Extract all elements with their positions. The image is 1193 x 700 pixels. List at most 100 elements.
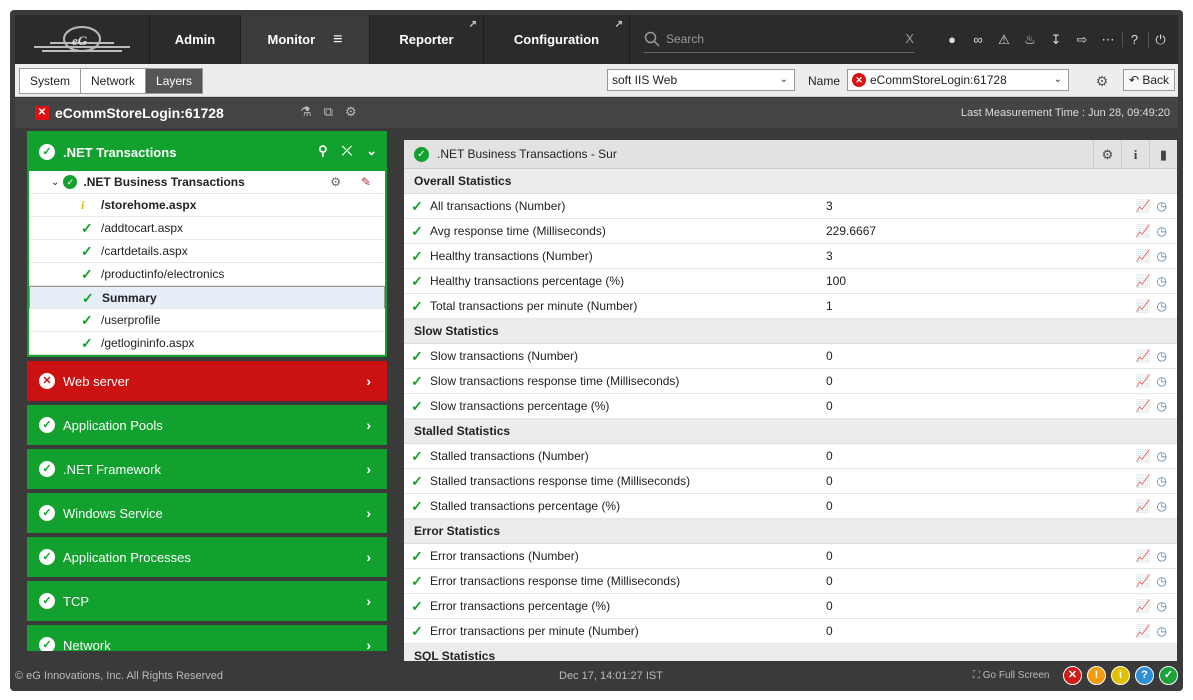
graph-icon[interactable]: 📈 [1136, 199, 1151, 213]
signin-icon[interactable]: ⇨ [1070, 32, 1094, 48]
search-input[interactable]: Search [666, 32, 905, 46]
graph-icon[interactable]: 📈 [1136, 399, 1151, 413]
major-alarms-icon[interactable]: ! [1087, 666, 1106, 685]
layer-windows-service[interactable]: ✓ Windows Service › [27, 493, 387, 533]
nav-admin[interactable]: Admin [150, 15, 241, 64]
history-icon[interactable]: ◷ [1157, 349, 1167, 363]
measure-name: Slow transactions response time (Millise… [430, 374, 680, 388]
eg-logo[interactable]: eG [15, 15, 150, 64]
back-button[interactable]: ↶ Back [1123, 69, 1175, 91]
section-header: Stalled Statistics [404, 419, 1177, 444]
tab-network[interactable]: Network [81, 69, 147, 93]
tree-item[interactable]: ✓ /cartdetails.aspx [29, 240, 385, 263]
graph-icon[interactable]: 📈 [1136, 499, 1151, 513]
component-type-select[interactable]: soft IIS Web ⌄ [607, 69, 795, 91]
back-arrow-icon: ↶ [1128, 73, 1140, 87]
full-screen-button[interactable]: ⛶ Go Full Screen [973, 670, 1049, 681]
graph-icon[interactable]: 📈 [1136, 299, 1151, 313]
edit-icon[interactable]: ✎ [361, 175, 371, 189]
tree-parent[interactable]: ⌄ ✓ .NET Business Transactions ⚙ ✎ [29, 171, 385, 194]
graph-icon[interactable]: 📈 [1136, 249, 1151, 263]
component-name-select[interactable]: ✕ eCommStoreLogin:61728 ⌄ [847, 69, 1069, 91]
measure-value: 0 [826, 449, 833, 463]
search-icon[interactable]: ⚲ [318, 143, 328, 159]
alert-triangle-icon[interactable]: ⚠ [992, 32, 1016, 48]
graph-icon[interactable]: 📈 [1136, 624, 1151, 638]
layer-network[interactable]: ✓ Network › [27, 625, 387, 651]
alarm-icon[interactable]: ⚗ [300, 104, 312, 120]
tree-item[interactable]: ✓ /getlogininfo.aspx [29, 332, 385, 355]
history-icon[interactable]: ◷ [1157, 474, 1167, 488]
history-icon[interactable]: ◷ [1157, 599, 1167, 613]
net-transactions-header[interactable]: ✓ .NET Transactions ⚲ ⤫ ⌄ [29, 133, 385, 171]
chevron-down-icon[interactable]: ⌄ [366, 143, 377, 159]
history-icon[interactable]: ◷ [1157, 549, 1167, 563]
history-icon[interactable]: ◷ [1157, 574, 1167, 588]
info-icon[interactable]: i [1121, 140, 1149, 169]
history-icon[interactable]: ◷ [1157, 249, 1167, 263]
measure-row: ✓ Error transactions (Number) 0 📈 ◷ [404, 544, 1177, 569]
ok-status-icon: ✓ [39, 417, 55, 433]
config-icon[interactable]: ⚙ [330, 175, 341, 189]
settings-icon[interactable]: ⚙ [1093, 140, 1121, 169]
unknown-alarms-icon[interactable]: ? [1135, 666, 1154, 685]
history-icon[interactable]: ◷ [1157, 274, 1167, 288]
tree-item[interactable]: ✓ /addtocart.aspx [29, 217, 385, 240]
graph-icon[interactable]: 📈 [1136, 449, 1151, 463]
external-link-icon: ↗ [614, 19, 623, 30]
graph-icon[interactable]: 📈 [1136, 549, 1151, 563]
normal-alarms-icon[interactable]: ✓ [1159, 666, 1178, 685]
history-icon[interactable]: ◷ [1157, 299, 1167, 313]
layer-web-server[interactable]: ✕ Web server › [27, 361, 387, 401]
hamburger-menu-icon[interactable]: ≡ [333, 31, 342, 49]
ok-check-icon: ✓ [82, 289, 94, 306]
history-icon[interactable]: ◷ [1157, 399, 1167, 413]
collapse-icon[interactable]: ⤫ [342, 143, 352, 159]
graph-icon[interactable]: 📈 [1136, 474, 1151, 488]
history-icon[interactable]: ◷ [1157, 224, 1167, 238]
more-icon[interactable]: ⋯ [1096, 32, 1120, 48]
layer-tcp[interactable]: ✓ TCP › [27, 581, 387, 621]
tree-item[interactable]: ✓ /userprofile [29, 309, 385, 332]
tab-layers[interactable]: Layers [146, 69, 203, 93]
download-icon[interactable]: ↧ [1044, 32, 1068, 48]
copy-icon[interactable]: ⧉ [324, 104, 333, 120]
power-icon[interactable]: ⏻ [1148, 31, 1172, 48]
nav-reporter[interactable]: Reporter ↗ [370, 15, 484, 64]
history-icon[interactable]: ◷ [1157, 499, 1167, 513]
clear-search-icon[interactable]: X [905, 31, 914, 46]
tree-item[interactable]: ✓ /productinfo/electronics [29, 263, 385, 286]
layer-net-framework[interactable]: ✓ .NET Framework › [27, 449, 387, 489]
graph-icon[interactable]: 📈 [1136, 599, 1151, 613]
graph-icon[interactable]: 📈 [1136, 349, 1151, 363]
tab-system[interactable]: System [20, 69, 82, 93]
layer-application-pools[interactable]: ✓ Application Pools › [27, 405, 387, 445]
link-icon[interactable]: ∞ [966, 32, 990, 47]
settings-gear-icon[interactable]: ⚙ [1091, 70, 1113, 92]
chevron-down-icon: ⌄ [1053, 74, 1062, 85]
section-header: Slow Statistics [404, 319, 1177, 344]
help-icon[interactable]: ? [1122, 32, 1146, 47]
bell-icon[interactable]: ♨ [1018, 32, 1042, 48]
minor-alarms-icon[interactable]: i [1111, 666, 1130, 685]
graph-icon[interactable]: 📈 [1136, 224, 1151, 238]
config-icon[interactable]: ⚙ [345, 104, 357, 120]
history-icon[interactable]: ◷ [1157, 374, 1167, 388]
critical-alarms-icon[interactable]: ✕ [1063, 666, 1082, 685]
component-header: ✕ eCommStoreLogin:61728 ⚗ ⧉ ⚙ Last Measu… [15, 98, 1178, 128]
user-icon[interactable]: ● [940, 32, 964, 47]
history-icon[interactable]: ◷ [1157, 199, 1167, 213]
graph-icon[interactable]: 📈 [1136, 274, 1151, 288]
tree-item[interactable]: ✓ Summary [29, 286, 385, 309]
graph-icon[interactable]: 📈 [1136, 374, 1151, 388]
search-box[interactable]: Search X [644, 25, 914, 53]
tree-item[interactable]: i/storehome.aspx [29, 194, 385, 217]
nav-configuration[interactable]: Configuration ↗ [484, 15, 630, 64]
graph-icon[interactable]: 📈 [1136, 574, 1151, 588]
help-book-icon[interactable]: ▮ [1149, 140, 1177, 169]
history-icon[interactable]: ◷ [1157, 624, 1167, 638]
chevron-down-icon[interactable]: ⌄ [51, 177, 59, 188]
nav-monitor[interactable]: Monitor ≡ [241, 15, 370, 64]
history-icon[interactable]: ◷ [1157, 449, 1167, 463]
layer-application-processes[interactable]: ✓ Application Processes › [27, 537, 387, 577]
